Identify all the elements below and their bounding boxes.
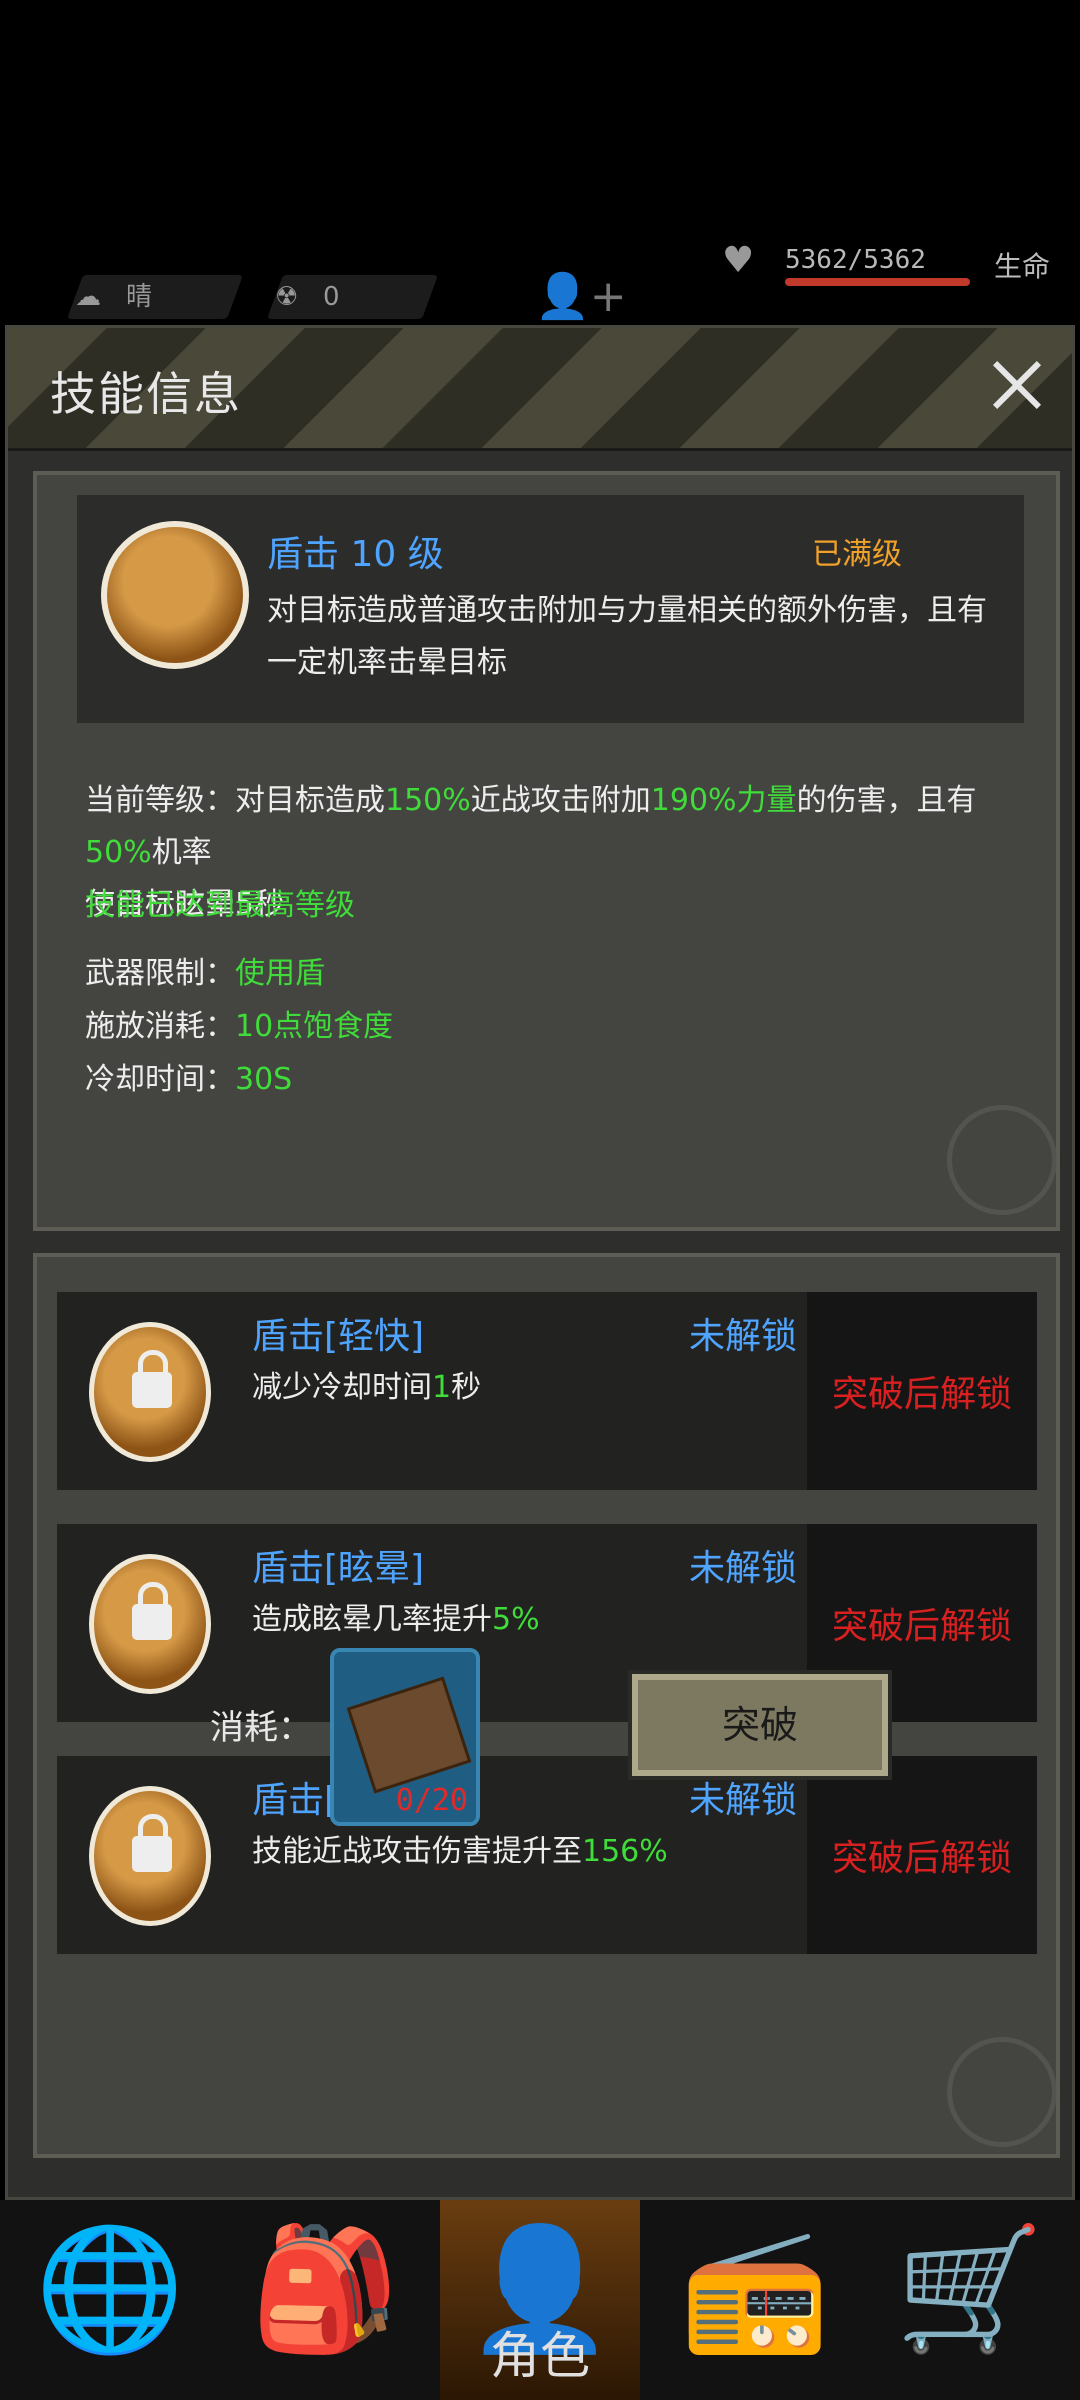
add-friend-icon[interactable]: 👤+ <box>535 270 627 322</box>
cost-label: 施放消耗： <box>85 1009 235 1044</box>
subskill-desc: 造成眩晕几率提升5% <box>252 1594 540 1638</box>
subskill-name: 盾击[轻快] <box>252 1316 425 1357</box>
current-level-value: 150% <box>385 783 471 818</box>
breakthrough-button[interactable]: 突破 <box>628 1670 892 1780</box>
nav-character-label: 角色 <box>490 2327 590 2385</box>
modal-title: 技能信息 <box>50 367 242 421</box>
weather-chip: ☁ 晴 <box>66 275 244 319</box>
unlock-requirement: 突破后解锁 <box>832 1606 1013 1647</box>
radiation-value: 0 <box>323 282 340 312</box>
subskill-name: 盾击[眩晕] <box>252 1548 425 1589</box>
subskill-desc: 减少冷却时间1秒 <box>252 1362 481 1406</box>
subskill-desc: 技能近战攻击伤害提升至156% <box>252 1826 668 1870</box>
skill-header: 盾击 10 级 已满级 对目标造成普通攻击附加与力量相关的额外伤害，且有一定机率… <box>77 495 1024 723</box>
subskill-status: 未解锁 <box>689 1316 798 1357</box>
globe-icon: 🌐 <box>35 2220 185 2359</box>
skill-book-icon <box>346 1676 472 1794</box>
unlock-requirement: 突破后解锁 <box>832 1374 1013 1415</box>
subskill-row[interactable]: 盾击[强力] 未解锁 技能近战攻击伤害提升至156% 突破后解锁 <box>57 1756 1037 1954</box>
skill-max-badge: 已满级 <box>812 537 902 572</box>
close-icon[interactable] <box>982 350 1052 420</box>
lock-icon <box>132 1582 172 1640</box>
unlock-requirement: 突破后解锁 <box>832 1838 1013 1879</box>
current-level-part: 机率 <box>151 835 212 870</box>
subskill-desc-text: 造成眩晕几率提升 <box>252 1602 492 1637</box>
weather-icon: ☁ <box>75 282 101 312</box>
consume-label: 消耗： <box>210 1708 312 1748</box>
current-level-value: 50% <box>85 835 152 870</box>
modal-header: 技能信息 <box>8 328 1072 451</box>
radiation-watermark-icon <box>947 2037 1057 2147</box>
consume-item-slot[interactable]: 0/20 <box>330 1648 480 1826</box>
nav-backpack[interactable]: 🎒 <box>225 2200 425 2400</box>
hp-label: 生命 <box>994 250 1051 283</box>
radio-icon: 📻 <box>680 2220 830 2359</box>
subskill-status: 未解锁 <box>689 1548 798 1589</box>
current-level-value: 190%力量 <box>650 783 797 818</box>
max-level-note: 技能已达到最高等级 <box>85 888 355 923</box>
current-level-label: 当前等级： <box>85 783 235 818</box>
heart-icon: ♥ <box>722 240 755 281</box>
subskill-desc-value: 156% <box>582 1834 668 1869</box>
current-level-part: 近战攻击附加 <box>470 783 651 818</box>
lock-icon <box>132 1814 172 1872</box>
radiation-watermark-icon <box>947 1105 1057 1215</box>
subskill-desc-text: 减少冷却时间 <box>252 1370 432 1405</box>
weapon-value: 使用盾 <box>235 956 325 991</box>
subskill-icon <box>89 1786 211 1926</box>
subskill-desc-text: 技能近战攻击伤害提升至 <box>252 1834 582 1869</box>
cart-icon: 🛒 <box>895 2220 1045 2359</box>
nav-world[interactable]: 🌐 <box>10 2200 210 2400</box>
nav-shop[interactable]: 🛒 <box>870 2200 1070 2400</box>
subskill-row[interactable]: 盾击[轻快] 未解锁 减少冷却时间1秒 突破后解锁 <box>57 1292 1037 1490</box>
subskill-desc-value: 5% <box>492 1602 540 1637</box>
subskill-icon <box>89 1322 211 1462</box>
nav-character[interactable]: 👤 角色 <box>440 2200 640 2400</box>
subskill-desc-value: 1 <box>432 1370 452 1405</box>
skill-description: 对目标造成普通攻击附加与力量相关的额外伤害，且有一定机率击晕目标 <box>267 593 987 680</box>
weapon-restriction: 武器限制：使用盾 <box>85 948 325 1000</box>
radiation-icon: ☢ <box>275 282 299 312</box>
consume-count: 0/20 <box>395 1783 468 1818</box>
shield-bash-icon <box>101 521 249 669</box>
lock-icon <box>132 1350 172 1408</box>
subskill-icon <box>89 1554 211 1694</box>
hp-value: 5362/5362 <box>785 245 926 275</box>
backpack-icon: 🎒 <box>250 2220 400 2359</box>
weather-text: 晴 <box>126 282 153 312</box>
weapon-label: 武器限制： <box>85 956 235 991</box>
nav-radio[interactable]: 📻 <box>655 2200 855 2400</box>
skill-detail-panel: 盾击 10 级 已满级 对目标造成普通攻击附加与力量相关的额外伤害，且有一定机率… <box>33 471 1060 1231</box>
subskill-panel: 盾击[轻快] 未解锁 减少冷却时间1秒 突破后解锁 盾击[眩晕] 未解锁 造成眩… <box>33 1253 1060 2158</box>
current-level-part: 的伤害，且有 <box>796 783 977 818</box>
current-level-part: 对目标造成 <box>235 783 385 818</box>
bottom-nav: 🌐 🎒 👤 角色 📻 🛒 <box>0 2200 1080 2400</box>
cooldown-value: 30S <box>235 1062 293 1097</box>
skill-info-modal: 技能信息 盾击 10 级 已满级 对目标造成普通攻击附加与力量相关的额外伤害，且… <box>5 325 1075 2200</box>
cast-cost: 施放消耗：10点饱食度 <box>85 1001 393 1053</box>
cooldown-label: 冷却时间： <box>85 1062 235 1097</box>
subskill-lock-area: 突破后解锁 <box>807 1756 1037 1954</box>
cooldown: 冷却时间：30S <box>85 1054 292 1106</box>
hp-bar <box>785 278 970 286</box>
radiation-chip: ☢ 0 <box>266 275 439 319</box>
subskill-lock-area: 突破后解锁 <box>807 1292 1037 1490</box>
skill-name: 盾击 10 级 <box>267 534 444 575</box>
subskill-desc-text: 秒 <box>451 1370 482 1405</box>
cost-value: 10点饱食度 <box>235 1009 394 1044</box>
